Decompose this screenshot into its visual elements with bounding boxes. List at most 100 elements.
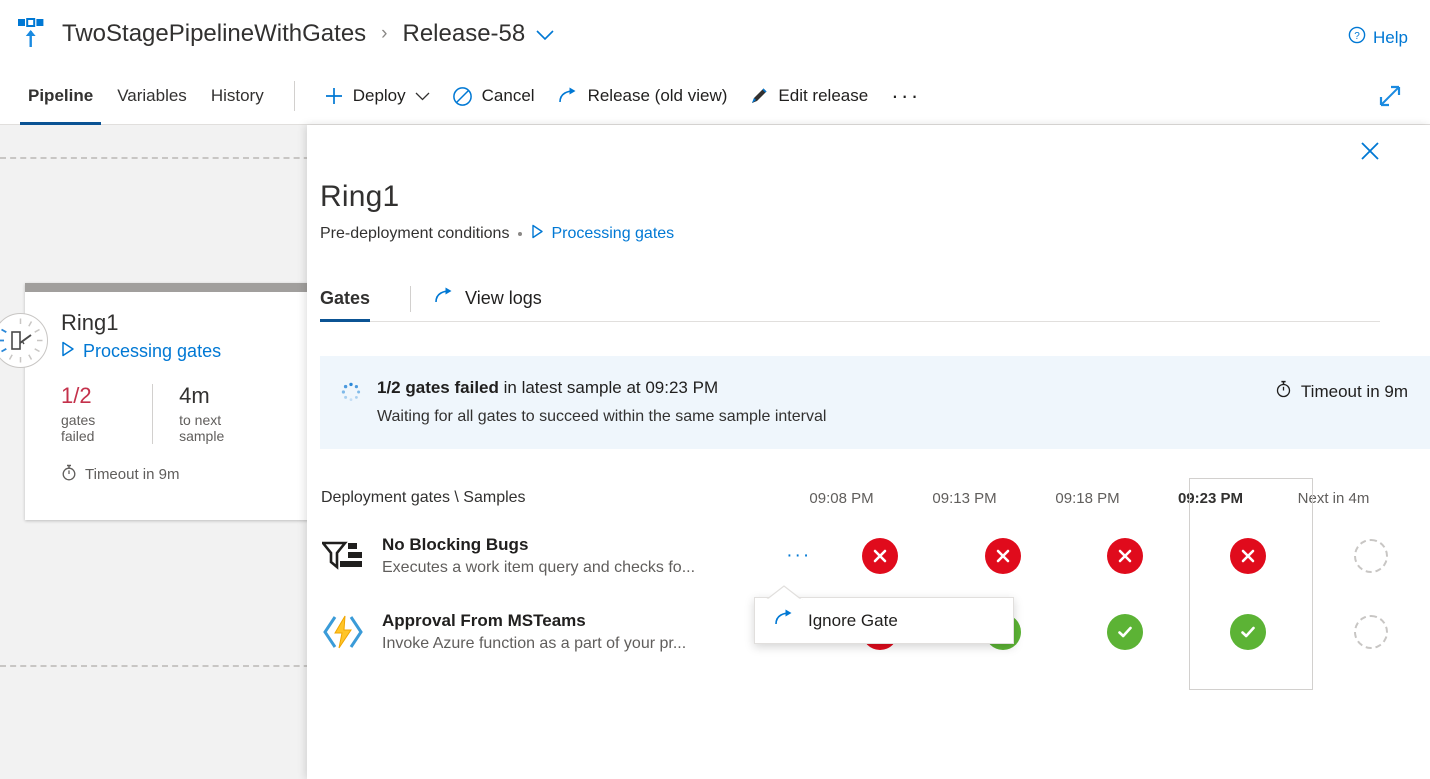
cancel-button[interactable]: Cancel: [441, 76, 546, 116]
gate-name: No Blocking Bugs: [382, 535, 529, 554]
gate-name: Approval From MSTeams: [382, 611, 586, 630]
timer-icon: [1275, 380, 1292, 403]
azure-function-icon: [320, 612, 366, 652]
gate-sample-cell[interactable]: [1064, 614, 1187, 650]
metric-next-sample-value: 4m: [179, 383, 210, 408]
tab-pipeline-label: Pipeline: [28, 86, 94, 105]
breadcrumb-separator-icon: ›: [381, 23, 388, 44]
table-row[interactable]: No Blocking Bugs Executes a work item qu…: [320, 518, 1430, 594]
tab-history-label: History: [210, 86, 264, 105]
stage-card-status-link[interactable]: Processing gates: [61, 341, 289, 362]
gate-sample-cell-pending: [1309, 539, 1430, 573]
help-label: Help: [1373, 27, 1408, 47]
gate-description: Invoke Azure function as a part of your …: [382, 635, 687, 652]
toolbar-divider: [293, 81, 295, 111]
edit-release-button[interactable]: Edit release: [738, 76, 879, 116]
breadcrumb-pipeline-name[interactable]: TwoStagePipelineWithGates: [62, 20, 366, 48]
status-passed-icon: [1230, 614, 1266, 650]
banner-timeout-label: Timeout in 9m: [1300, 381, 1408, 401]
panel-processing-gates-link[interactable]: Processing gates: [531, 224, 674, 244]
command-toolbar: Pipeline Variables History Deploy Cancel…: [0, 68, 1430, 125]
arrow-redo-icon: [773, 609, 795, 632]
status-failed-icon: [861, 538, 898, 574]
help-button[interactable]: ? Help: [1348, 26, 1408, 49]
metric-gates-failed-value: 1/2: [61, 383, 92, 408]
canvas-dashed-line-top: [0, 157, 330, 159]
breadcrumb: TwoStagePipelineWithGates › Release-58: [62, 20, 554, 48]
release-old-view-label: Release (old view): [587, 86, 728, 105]
stage-card-metrics: 1/2 gates failed 4m to next sample: [61, 383, 289, 445]
toolbar-overflow-button[interactable]: ···: [879, 83, 932, 109]
stage-card-ring1[interactable]: Ring1 Processing gates 1/2 gates failed …: [0, 283, 311, 520]
callout-beak: [765, 585, 806, 606]
tab-gates-label: Gates: [320, 288, 371, 308]
release-old-view-button[interactable]: Release (old view): [546, 76, 739, 116]
status-pending-icon: [1353, 539, 1388, 573]
tab-variables[interactable]: Variables: [105, 68, 199, 125]
metric-next-sample: 4m to next sample: [152, 383, 289, 445]
canvas-dashed-line-bottom: [0, 665, 330, 667]
metric-gates-failed: 1/2 gates failed: [61, 383, 152, 445]
cancel-circle-icon: [452, 86, 473, 107]
svg-text:?: ?: [1354, 31, 1360, 42]
column-header-next-sample: Next in 4m: [1297, 489, 1370, 507]
status-pending-icon: [1353, 615, 1388, 649]
tab-gates[interactable]: Gates: [320, 276, 388, 322]
gate-info-no-blocking-bugs: No Blocking Bugs Executes a work item qu…: [320, 535, 779, 577]
gate-processing-icon: [0, 313, 48, 368]
gate-info-approval-from-msteams: Approval From MSTeams Invoke Azure funct…: [320, 611, 779, 653]
stage-card-title: Ring1: [61, 310, 119, 335]
pipeline-canvas: Ring1 Processing gates 1/2 gates failed …: [0, 125, 330, 779]
cancel-label: Cancel: [481, 86, 535, 105]
gate-sample-cell[interactable]: [1064, 538, 1187, 574]
panel-processing-gates-label: Processing gates: [551, 225, 675, 242]
stage-card-timeout-label: Timeout in 9m: [85, 466, 180, 484]
gates-table-row-header-label: Deployment gates \ Samples: [321, 489, 526, 506]
gates-status-banner: 1/2 gates failed in latest sample at 09:…: [320, 356, 1430, 449]
edit-release-label: Edit release: [778, 86, 869, 105]
arrow-redo-icon: [557, 87, 579, 105]
panel-tabstrip: Gates View logs: [320, 276, 1380, 322]
play-triangle-icon: [531, 224, 544, 244]
tab-history[interactable]: History: [199, 68, 276, 125]
pencil-icon: [749, 86, 769, 106]
status-failed-icon: [1107, 538, 1144, 574]
timer-icon: [61, 464, 77, 485]
status-failed-icon: [984, 538, 1021, 574]
plus-icon: [324, 86, 344, 106]
page-header: TwoStagePipelineWithGates › Release-58 ?…: [0, 0, 1430, 68]
view-logs-button[interactable]: View logs: [433, 287, 542, 310]
play-triangle-icon: [61, 341, 75, 362]
view-logs-label: View logs: [465, 288, 542, 308]
work-item-query-funnel-icon: [320, 536, 366, 576]
gate-more-actions-button[interactable]: ···: [779, 545, 819, 567]
gate-sample-cell-current[interactable]: [1187, 614, 1310, 650]
gate-sample-cell-pending: [1309, 615, 1430, 649]
stage-card-status-label: Processing gates: [83, 341, 222, 361]
tab-pipeline[interactable]: Pipeline: [16, 68, 105, 125]
metric-next-sample-label: to next sample: [179, 412, 225, 445]
panel-subtitle-text: Pre-deployment conditions: [320, 225, 510, 242]
panel-title: Ring1: [320, 180, 400, 213]
deploy-button[interactable]: Deploy: [313, 76, 441, 116]
status-failed-icon: [1230, 538, 1266, 574]
banner-timeout: Timeout in 9m: [1275, 380, 1408, 403]
arrow-redo-icon: [433, 287, 455, 310]
gates-details-panel: Ring1 Pre-deployment conditions Processi…: [307, 125, 1430, 779]
banner-headline-bold: 1/2 gates failed: [377, 378, 499, 397]
gate-sample-cell[interactable]: [941, 538, 1064, 574]
close-icon[interactable]: [1354, 135, 1386, 167]
metric-gates-failed-label: gates failed: [61, 412, 96, 445]
loading-spinner-icon: [341, 382, 361, 426]
gate-sample-cell[interactable]: [819, 538, 942, 574]
gate-sample-cell-current[interactable]: [1187, 538, 1310, 574]
chevron-down-icon[interactable]: [536, 20, 554, 48]
banner-headline-rest: in latest sample at 09:23 PM: [498, 378, 719, 397]
gate-description: Executes a work item query and checks fo…: [382, 559, 696, 576]
deploy-label: Deploy: [352, 86, 406, 105]
panel-subtitle: Pre-deployment conditions Processing gat…: [320, 224, 1430, 244]
gates-table-header: Deployment gates \ Samples 09:08 PM 09:1…: [320, 478, 1430, 518]
expand-diagonal-icon[interactable]: [1376, 82, 1404, 115]
breadcrumb-release-name[interactable]: Release-58: [403, 20, 526, 48]
chevron-down-icon: [415, 86, 430, 106]
